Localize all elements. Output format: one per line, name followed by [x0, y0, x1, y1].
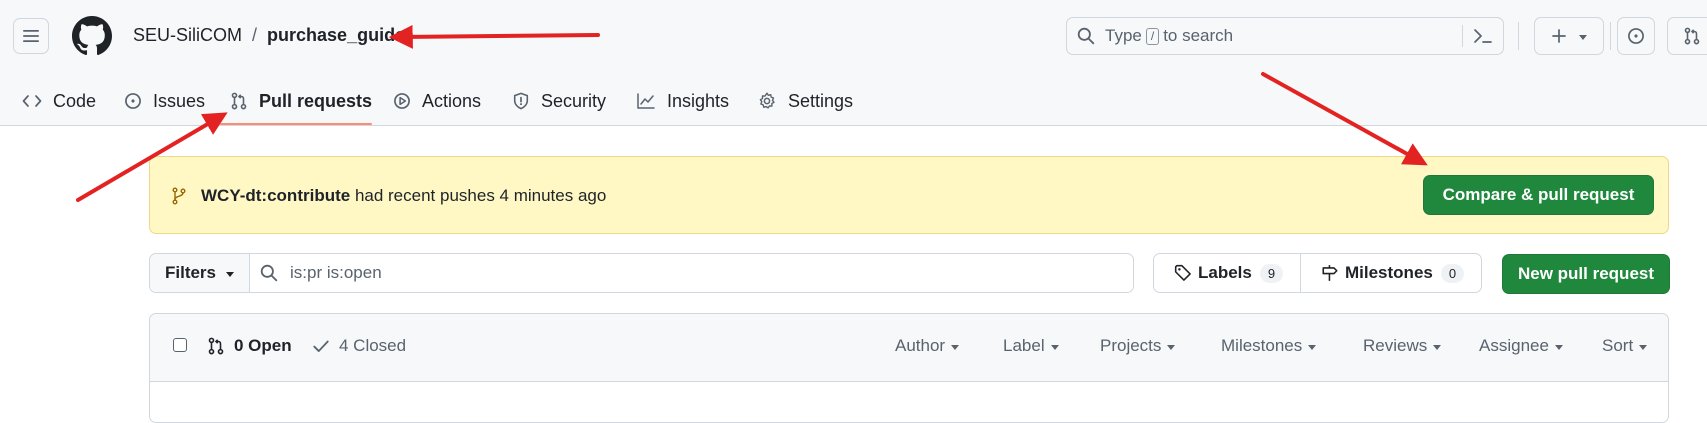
repo-link[interactable]: purchase_guide: [267, 25, 405, 46]
filters-label: Filters: [164, 263, 217, 282]
git-pull-request-icon: [208, 337, 224, 355]
breadcrumb: SEU-SiliCOM / purchase_guide: [133, 25, 405, 46]
issue-opened-icon: [1628, 28, 1644, 44]
tab-label: Security: [541, 90, 607, 111]
tab-security[interactable]: Security: [512, 76, 606, 126]
milestones-button[interactable]: Milestones 0: [1301, 254, 1465, 292]
open-prs-toggle[interactable]: 0 Open: [207, 336, 292, 356]
header-divider: [1610, 22, 1611, 50]
chevron-down-icon: [1167, 344, 1176, 350]
create-new-button[interactable]: [1534, 17, 1604, 55]
pr-search-query: is:pr is:open: [290, 263, 382, 282]
git-pull-request-icon: [1684, 27, 1700, 45]
milestone-icon: [1322, 265, 1338, 281]
menu-button[interactable]: [13, 18, 49, 54]
header-divider: [1518, 22, 1519, 50]
pull-request-list: 0 Open 4 Closed Author Label Projects Mi…: [149, 313, 1669, 423]
search-input[interactable]: Type / to search: [1066, 17, 1504, 55]
tab-issues[interactable]: Issues: [124, 76, 205, 126]
play-icon: [394, 93, 410, 109]
milestones-label: Milestones: [1345, 263, 1433, 282]
hamburger-icon: [23, 30, 39, 42]
chevron-down-icon: [1308, 344, 1317, 350]
breadcrumb-separator: /: [252, 25, 258, 45]
tab-actions[interactable]: Actions: [393, 76, 481, 126]
your-pull-requests-button[interactable]: [1667, 17, 1707, 55]
pull-request-list-header: 0 Open 4 Closed Author Label Projects Mi…: [150, 314, 1668, 382]
tab-label: Issues: [153, 90, 206, 111]
recent-push-message: WCY-dt:contribute had recent pushes 4 mi…: [201, 186, 606, 206]
shield-icon: [513, 92, 529, 110]
assignee-filter-dropdown[interactable]: Assignee: [1479, 336, 1563, 356]
tag-icon: [1174, 264, 1191, 281]
search-icon: [260, 264, 278, 282]
chevron-down-icon: [951, 344, 960, 350]
chevron-down-icon: [226, 271, 235, 277]
chevron-down-icon: [1050, 344, 1059, 350]
dropdown-label: Reviews: [1363, 336, 1428, 355]
chevron-down-icon: [1554, 344, 1563, 350]
code-icon: [22, 95, 42, 107]
gear-icon: [759, 92, 775, 109]
push-time-text: had recent pushes 4 minutes ago: [354, 186, 607, 205]
pr-search-input[interactable]: is:pr is:open: [250, 254, 382, 292]
tab-pull-requests[interactable]: Pull requests: [230, 76, 372, 126]
labels-count-badge: 9: [1259, 263, 1284, 283]
owner-link[interactable]: SEU-SiliCOM: [133, 25, 242, 46]
new-pull-request-button[interactable]: New pull request: [1502, 254, 1670, 294]
active-tab-indicator: [220, 123, 372, 125]
dropdown-label: Sort: [1602, 336, 1634, 355]
dropdown-label: Projects: [1100, 336, 1162, 355]
graph-icon: [637, 93, 655, 109]
dropdown-label: Assignee: [1479, 336, 1549, 355]
closed-count-label: 4 Closed: [339, 336, 407, 355]
pr-filter-bar: Filters is:pr is:open: [149, 253, 1134, 293]
select-all-checkbox[interactable]: [173, 338, 187, 352]
dropdown-label: Label: [1003, 336, 1045, 355]
labels-button[interactable]: Labels 9: [1154, 254, 1301, 292]
dropdown-label: Milestones: [1221, 336, 1303, 355]
tab-label: Insights: [667, 90, 730, 111]
sort-dropdown[interactable]: Sort: [1602, 336, 1648, 356]
plus-icon: [1552, 29, 1566, 43]
open-count-label: 0 Open: [234, 336, 292, 355]
milestones-count-badge: 0: [1440, 263, 1465, 283]
search-divider: [1462, 25, 1463, 47]
tab-label: Actions: [422, 90, 482, 111]
tab-code[interactable]: Code: [22, 76, 96, 126]
check-icon: [313, 340, 329, 352]
tab-label: Pull requests: [259, 90, 373, 111]
search-placeholder-suffix: to search: [1163, 26, 1234, 45]
branch-name[interactable]: WCY-dt:contribute: [201, 186, 350, 205]
search-icon: [1077, 27, 1095, 45]
github-logo-icon[interactable]: [72, 16, 112, 56]
closed-prs-toggle[interactable]: 4 Closed: [312, 336, 406, 356]
tab-insights[interactable]: Insights: [636, 76, 729, 126]
chevron-down-icon: [1639, 344, 1648, 350]
chevron-down-icon: [1433, 344, 1442, 350]
repo-header: SEU-SiliCOM / purchase_guide Type / to s…: [0, 0, 1707, 126]
labels-label: Labels: [1198, 263, 1252, 282]
chevron-down-icon: [1579, 34, 1587, 40]
tab-label: Settings: [788, 90, 854, 111]
projects-filter-dropdown[interactable]: Projects: [1100, 336, 1176, 356]
git-branch-icon: [172, 187, 186, 205]
git-pull-request-icon: [231, 92, 247, 110]
dropdown-label: Author: [895, 336, 946, 355]
filters-dropdown-button[interactable]: Filters: [150, 254, 250, 292]
search-placeholder-prefix: Type: [1105, 26, 1142, 45]
reviews-filter-dropdown[interactable]: Reviews: [1363, 336, 1442, 356]
issue-opened-icon: [125, 93, 141, 109]
milestones-filter-dropdown[interactable]: Milestones: [1221, 336, 1317, 356]
label-filter-dropdown[interactable]: Label: [1003, 336, 1059, 356]
tab-settings[interactable]: Settings: [757, 76, 853, 126]
search-shortcut-key: /: [1145, 27, 1160, 45]
author-filter-dropdown[interactable]: Author: [895, 336, 960, 356]
your-issues-button[interactable]: [1617, 17, 1655, 55]
compare-pull-request-button[interactable]: Compare & pull request: [1423, 175, 1654, 215]
labels-milestones-group: Labels 9 Milestones 0: [1153, 253, 1482, 293]
tab-label: Code: [53, 90, 97, 111]
command-palette-icon[interactable]: [1473, 27, 1493, 45]
